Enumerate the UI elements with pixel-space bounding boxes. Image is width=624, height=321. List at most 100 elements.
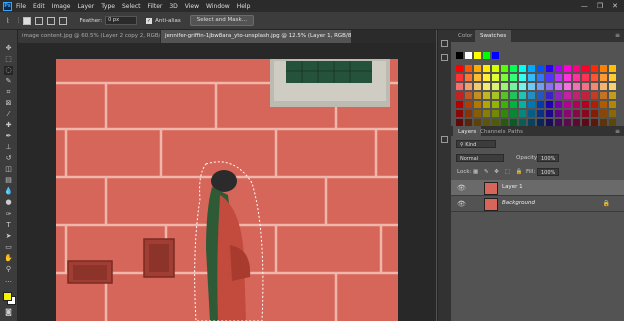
swatch[interactable] [573, 65, 580, 72]
swatch[interactable] [537, 110, 544, 117]
swatch[interactable] [474, 101, 481, 108]
tab-swatches[interactable]: Swatches [475, 30, 512, 42]
swatch[interactable] [483, 101, 490, 108]
visibility-eye-icon[interactable]: 👁 [457, 184, 466, 192]
layer-row-layer-1[interactable]: 👁 Layer 1 [451, 180, 624, 196]
rectangle-tool-icon[interactable]: ▭ [4, 243, 13, 252]
swatch[interactable] [474, 74, 481, 81]
swatch[interactable] [519, 65, 526, 72]
swatch[interactable] [537, 101, 544, 108]
swatch[interactable] [582, 83, 589, 90]
swatch[interactable] [492, 119, 499, 126]
properties-panel-icon[interactable] [441, 54, 448, 61]
swatch[interactable] [456, 83, 463, 90]
quick-mask-icon[interactable]: ◙ [4, 308, 13, 317]
swatch[interactable] [528, 101, 535, 108]
history-brush-tool-icon[interactable]: ↺ [4, 154, 13, 163]
menu-layer[interactable]: Layer [77, 3, 94, 10]
swatch[interactable] [591, 101, 598, 108]
swatch[interactable] [546, 83, 553, 90]
menu-file[interactable]: File [16, 3, 26, 10]
swatch[interactable] [591, 83, 598, 90]
pen-tool-icon[interactable]: ✑ [4, 210, 13, 219]
lock-icons[interactable]: ▦ ✎ ✥ ⬚ 🔒 [473, 169, 524, 175]
menu-view[interactable]: View [185, 3, 199, 10]
swatch[interactable] [546, 92, 553, 99]
swatch-recent[interactable] [492, 52, 499, 59]
adjustments-panel-icon[interactable] [441, 136, 448, 143]
visibility-eye-icon[interactable]: 👁 [457, 200, 466, 208]
opacity-input[interactable]: 100% [537, 154, 559, 162]
swatch[interactable] [600, 74, 607, 81]
swatch[interactable] [537, 74, 544, 81]
quick-select-tool-icon[interactable]: ✎ [4, 77, 13, 86]
swatch[interactable] [564, 92, 571, 99]
swatch[interactable] [591, 92, 598, 99]
swatch[interactable] [555, 101, 562, 108]
swatch[interactable] [546, 65, 553, 72]
swatch[interactable] [591, 65, 598, 72]
blur-tool-icon[interactable]: 💧 [4, 187, 13, 196]
swatch[interactable] [519, 92, 526, 99]
swatch[interactable] [555, 92, 562, 99]
type-tool-icon[interactable]: T [4, 221, 13, 230]
swatch[interactable] [582, 101, 589, 108]
swatch[interactable] [510, 119, 517, 126]
menu-3d[interactable]: 3D [169, 3, 177, 10]
minimize-button[interactable]: — [581, 2, 588, 10]
swatch[interactable] [474, 110, 481, 117]
swatch[interactable] [582, 119, 589, 126]
swatch[interactable] [465, 110, 472, 117]
tab-jennifer-griffin[interactable]: jennifer-griffin-1jbw8ara_yto-unsplash.j… [161, 30, 351, 43]
layers-menu-icon[interactable]: ≡ [615, 128, 620, 135]
healing-brush-tool-icon[interactable]: ✚ [4, 121, 13, 130]
swatch[interactable] [510, 65, 517, 72]
swatch[interactable] [573, 83, 580, 90]
swatch[interactable] [564, 65, 571, 72]
swatch[interactable] [456, 92, 463, 99]
swatch[interactable] [528, 110, 535, 117]
swatch[interactable] [465, 101, 472, 108]
swatch[interactable] [555, 110, 562, 117]
swatch[interactable] [519, 83, 526, 90]
swatch[interactable] [546, 110, 553, 117]
swatch[interactable] [501, 110, 508, 117]
swatch[interactable] [555, 74, 562, 81]
swatch[interactable] [537, 83, 544, 90]
select-and-mask-button[interactable]: Select and Mask... [189, 15, 254, 26]
path-selection-tool-icon[interactable]: ➤ [4, 232, 13, 241]
swatch[interactable] [492, 83, 499, 90]
menu-edit[interactable]: Edit [33, 3, 45, 10]
swatch[interactable] [519, 110, 526, 117]
swatches-menu-icon[interactable]: ≡ [615, 32, 620, 39]
swatch[interactable] [510, 92, 517, 99]
swatch[interactable] [564, 83, 571, 90]
swatch[interactable] [501, 119, 508, 126]
swatch[interactable] [537, 92, 544, 99]
swatch[interactable] [465, 65, 472, 72]
swatch[interactable] [546, 101, 553, 108]
feather-input[interactable]: 0 px [105, 16, 138, 25]
swatch[interactable] [564, 110, 571, 117]
swatch[interactable] [456, 65, 463, 72]
swatch[interactable] [474, 119, 481, 126]
menu-select[interactable]: Select [122, 3, 141, 10]
eraser-tool-icon[interactable]: ◫ [4, 165, 13, 174]
lasso-preset-icon[interactable]: ⌇ [6, 17, 9, 25]
swatch[interactable] [465, 83, 472, 90]
fill-input[interactable]: 100% [537, 168, 559, 176]
brush-tool-icon[interactable]: ✒ [4, 132, 13, 141]
clone-stamp-tool-icon[interactable]: ⊥ [4, 143, 13, 152]
swatch[interactable] [573, 110, 580, 117]
frame-tool-icon[interactable]: ⊠ [4, 99, 13, 108]
swatch[interactable] [582, 110, 589, 117]
swatch[interactable] [510, 74, 517, 81]
swatch[interactable] [501, 83, 508, 90]
swatch[interactable] [609, 74, 616, 81]
tab-image-content[interactable]: image content.jpg @ 60.5% (Layer 2 copy … [18, 30, 160, 43]
intersect-selection-icon[interactable] [59, 16, 68, 25]
swatch[interactable] [492, 101, 499, 108]
menu-image[interactable]: Image [52, 3, 71, 10]
menu-type[interactable]: Type [101, 3, 115, 10]
swatch[interactable] [510, 110, 517, 117]
